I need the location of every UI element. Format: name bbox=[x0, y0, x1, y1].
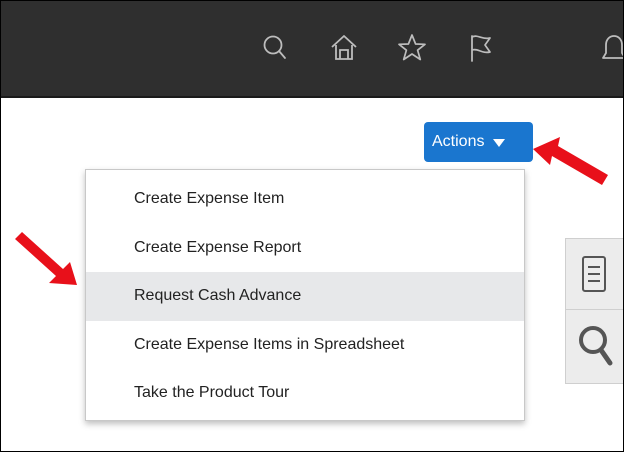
star-icon[interactable] bbox=[395, 31, 429, 65]
menu-item-create-expense-item[interactable]: Create Expense Item bbox=[86, 175, 524, 224]
menu-item-create-expense-report[interactable]: Create Expense Report bbox=[86, 224, 524, 273]
side-panel-divider bbox=[566, 309, 623, 310]
actions-button-label: Actions bbox=[432, 133, 485, 150]
document-icon[interactable] bbox=[580, 255, 608, 298]
bell-icon[interactable] bbox=[597, 31, 623, 65]
flag-icon[interactable] bbox=[463, 31, 497, 65]
menu-item-create-expense-items-spreadsheet[interactable]: Create Expense Items in Spreadsheet bbox=[86, 321, 524, 370]
chevron-down-icon bbox=[493, 139, 506, 147]
search-icon[interactable] bbox=[259, 31, 293, 65]
menu-item-request-cash-advance[interactable]: Request Cash Advance bbox=[86, 272, 524, 321]
actions-button[interactable]: Actions bbox=[424, 122, 533, 162]
side-panel bbox=[565, 238, 623, 384]
home-icon[interactable] bbox=[327, 31, 361, 65]
annotation-arrow-actions bbox=[533, 137, 608, 185]
actions-menu: Create Expense Item Create Expense Repor… bbox=[85, 169, 525, 421]
annotation-arrow-menu bbox=[15, 232, 77, 285]
menu-item-take-product-tour[interactable]: Take the Product Tour bbox=[86, 369, 524, 418]
magnifier-icon[interactable] bbox=[576, 323, 618, 374]
app-window: Actions Create Expense Item Create Expen… bbox=[0, 0, 624, 452]
global-header bbox=[1, 1, 623, 98]
